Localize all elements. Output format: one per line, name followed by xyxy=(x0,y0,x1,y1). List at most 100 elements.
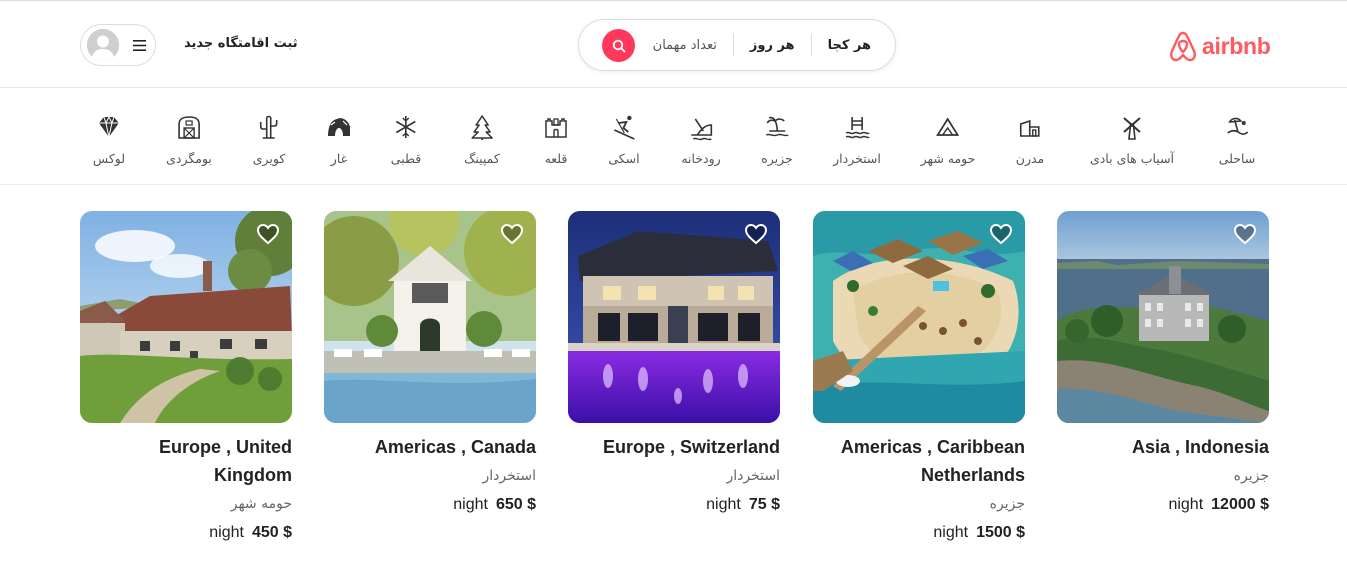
search-guests[interactable]: تعداد مهمان xyxy=(653,38,717,53)
camping-icon xyxy=(471,115,493,140)
menu-icon xyxy=(133,40,146,51)
category-desert[interactable]: کویری xyxy=(252,113,286,166)
search-bar[interactable]: هر کجا هر روز تعداد مهمان xyxy=(578,19,896,71)
listing-location: Asia , Indonesia xyxy=(1131,437,1269,457)
listing-photo[interactable] xyxy=(324,211,536,423)
category-beach[interactable]: ساحلی xyxy=(1218,113,1256,166)
price-unit: night xyxy=(453,496,488,513)
windmill-icon xyxy=(1123,117,1141,140)
category-label: استخردار xyxy=(833,151,881,166)
snowflake-icon xyxy=(396,116,416,138)
listing-photo[interactable] xyxy=(568,211,780,423)
diamond-icon xyxy=(99,115,119,138)
modern-house-icon xyxy=(1020,119,1040,137)
price-unit: night xyxy=(933,524,969,541)
search-icon xyxy=(612,39,625,52)
listing-price-row: night 450 $ xyxy=(80,523,292,543)
category-label: قلعه xyxy=(544,151,568,166)
listing-location: Europe , United Kingdom xyxy=(158,437,292,485)
pool-icon xyxy=(845,117,870,139)
barn-icon xyxy=(178,116,200,139)
listing-photo[interactable] xyxy=(813,211,1025,423)
category-label: رودخانه xyxy=(681,151,721,166)
listing-location: Americas , Canada xyxy=(374,437,536,457)
favorite-heart-icon[interactable] xyxy=(1233,223,1257,245)
category-label: کمپینگ xyxy=(464,151,500,166)
island-icon xyxy=(765,116,789,137)
listing-photo[interactable] xyxy=(80,211,292,423)
category-bar: ساحلی آسیاب های بادی مدرن حومه شهر استخر… xyxy=(0,89,1347,185)
listing-card[interactable]: Asia , Indonesia جزیره night 12000 $ xyxy=(1057,211,1269,515)
favorite-heart-icon[interactable] xyxy=(989,223,1013,245)
become-host-link[interactable]: ثبت اقامتگاه جدید xyxy=(184,36,298,51)
countryside-icon xyxy=(936,117,960,136)
price-value: 75 $ xyxy=(748,496,780,513)
category-label: حومه شهر xyxy=(920,151,976,166)
listing-price-row: night 12000 $ xyxy=(1057,495,1269,515)
avatar xyxy=(87,29,119,61)
cave-icon xyxy=(328,118,350,136)
category-label: غار xyxy=(330,151,348,166)
category-pool[interactable]: استخردار xyxy=(833,113,881,166)
listing-type: جزیره xyxy=(1233,468,1269,484)
category-ski[interactable]: اسکی xyxy=(608,113,640,166)
listing-price-row: night 650 $ xyxy=(324,495,536,515)
listing-price-row: night 1500 $ xyxy=(813,523,1025,543)
category-label: مدرن xyxy=(1015,151,1045,166)
brand-name: airbnb xyxy=(1202,32,1271,59)
price-unit: night xyxy=(209,524,244,541)
ski-icon xyxy=(613,115,635,140)
search-when[interactable]: هر روز xyxy=(750,38,795,53)
search-where[interactable]: هر کجا xyxy=(828,38,871,53)
listing-type: استخردار xyxy=(726,468,781,484)
category-river[interactable]: رودخانه xyxy=(681,113,721,166)
listing-location: Americas , Caribbean Netherlands xyxy=(840,437,1025,485)
category-label: قطبی xyxy=(390,151,422,166)
airbnb-belo-icon xyxy=(1170,31,1196,62)
user-avatar-icon xyxy=(87,29,119,61)
favorite-heart-icon[interactable] xyxy=(744,223,768,245)
category-ecolodge[interactable]: بومگردی xyxy=(166,113,212,166)
search-divider xyxy=(732,34,734,56)
price-value: 650 $ xyxy=(495,496,536,513)
category-countryside[interactable]: حومه شهر xyxy=(920,113,976,166)
category-luxe[interactable]: لوکس xyxy=(93,113,125,166)
category-label: آسیاب های بادی xyxy=(1089,151,1175,166)
price-value: 1500 $ xyxy=(976,524,1025,541)
listing-card[interactable]: Americas , Canada استخردار night 650 $ xyxy=(324,211,536,515)
price-unit: night xyxy=(706,496,741,513)
category-arctic[interactable]: قطبی xyxy=(391,113,421,166)
category-label: لوکس xyxy=(92,151,126,166)
category-modern[interactable]: مدرن xyxy=(1016,113,1044,166)
price-value: 12000 $ xyxy=(1211,496,1269,513)
category-windmill[interactable]: آسیاب های بادی xyxy=(1090,113,1174,166)
category-label: جزیره xyxy=(761,151,793,166)
favorite-heart-icon[interactable] xyxy=(256,223,280,245)
listing-card[interactable]: Europe , Switzerland استخردار night 75 $ xyxy=(568,211,780,515)
search-button[interactable] xyxy=(602,29,635,62)
listing-photo[interactable] xyxy=(1057,211,1269,423)
favorite-heart-icon[interactable] xyxy=(500,223,524,245)
user-menu-button[interactable] xyxy=(80,24,156,66)
airbnb-logo[interactable]: airbnb xyxy=(1168,30,1271,62)
category-label: کویری xyxy=(252,151,286,166)
castle-icon xyxy=(545,118,567,138)
listing-location: Europe , Switzerland xyxy=(602,437,780,457)
category-island[interactable]: جزیره xyxy=(761,113,793,166)
listing-card[interactable]: Europe , United Kingdom حومه شهر night 45… xyxy=(80,211,292,543)
listing-type: استخردار xyxy=(482,468,537,484)
price-value: 450 $ xyxy=(251,524,292,541)
listing-type: جزیره xyxy=(989,496,1025,512)
search-divider xyxy=(810,34,812,56)
category-castle[interactable]: قلعه xyxy=(542,113,570,166)
price-unit: night xyxy=(1168,496,1204,513)
top-header: airbnb هر کجا هر روز تعداد مهمان ثبت اقا… xyxy=(0,3,1347,88)
river-icon xyxy=(690,118,712,141)
beach-icon xyxy=(1227,117,1249,135)
category-cave[interactable]: غار xyxy=(325,113,353,166)
category-label: بومگردی xyxy=(166,151,212,166)
listing-price-row: night 75 $ xyxy=(568,495,780,515)
category-label: ساحلی xyxy=(1218,151,1256,166)
category-camping[interactable]: کمپینگ xyxy=(464,113,500,166)
listing-card[interactable]: Americas , Caribbean Netherlands جزیره n… xyxy=(813,211,1025,543)
